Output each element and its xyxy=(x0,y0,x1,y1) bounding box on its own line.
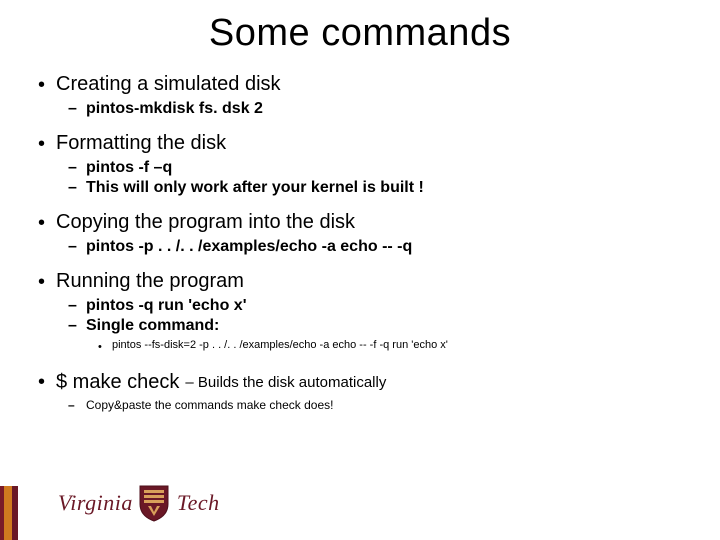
dash-icon: – xyxy=(68,159,86,177)
item-label: Creating a simulated disk xyxy=(56,73,281,96)
list-item: • Formatting the disk –pintos -f –q –Thi… xyxy=(38,132,690,197)
bullet-icon: • xyxy=(38,272,56,292)
dash-icon: – xyxy=(68,100,86,118)
bullet-list: • Creating a simulated disk –pintos-mkdi… xyxy=(30,73,690,412)
dash-icon: – xyxy=(68,238,86,256)
sub-item: This will only work after your kernel is… xyxy=(86,179,424,197)
footer: Virginia Tech xyxy=(0,486,720,540)
list-item: • Creating a simulated disk –pintos-mkdi… xyxy=(38,73,690,118)
bullet-icon: • xyxy=(38,134,56,154)
list-item: • Copying the program into the disk –pin… xyxy=(38,211,690,256)
sub-item: pintos -f –q xyxy=(86,159,172,177)
list-item: • Running the program –pintos -q run 'ec… xyxy=(38,270,690,357)
sub-item: pintos-mkdisk fs. dsk 2 xyxy=(86,100,263,118)
page-title: Some commands xyxy=(30,12,690,55)
sub-item: Single command: xyxy=(86,317,219,335)
bullet-icon: • xyxy=(38,75,56,95)
shield-icon xyxy=(138,484,170,522)
item-label: Running the program xyxy=(56,270,244,293)
sub-item: pintos -p . . /. . /examples/echo -a ech… xyxy=(86,238,412,256)
vt-logo: Virginia Tech xyxy=(58,484,220,522)
slide: Some commands • Creating a simulated dis… xyxy=(0,0,720,540)
bullet-icon: • xyxy=(38,372,56,392)
item-label: Formatting the disk xyxy=(56,132,226,155)
dash-icon: – xyxy=(68,297,86,315)
inline-sub: – Builds the disk automatically xyxy=(185,374,386,391)
bullet-icon: • xyxy=(38,213,56,233)
dash-icon: – xyxy=(68,179,86,197)
footer-stripes xyxy=(0,486,55,540)
sub-item: pintos -q run 'echo x' xyxy=(86,297,247,315)
dash-icon: – xyxy=(68,317,86,335)
list-item: • $ make check – Builds the disk automat… xyxy=(38,371,690,412)
subsub-item: pintos --fs-disk=2 -p . . /. . /examples… xyxy=(112,339,448,351)
dash-icon: – xyxy=(68,398,86,412)
bullet-icon: • xyxy=(98,339,112,357)
item-label: $ make check xyxy=(56,371,179,394)
logo-text-tech: Tech xyxy=(177,490,220,516)
item-label: Copying the program into the disk xyxy=(56,211,355,234)
sub-item: Copy&paste the commands make check does! xyxy=(86,398,333,412)
logo-text-virginia: Virginia xyxy=(58,490,133,516)
